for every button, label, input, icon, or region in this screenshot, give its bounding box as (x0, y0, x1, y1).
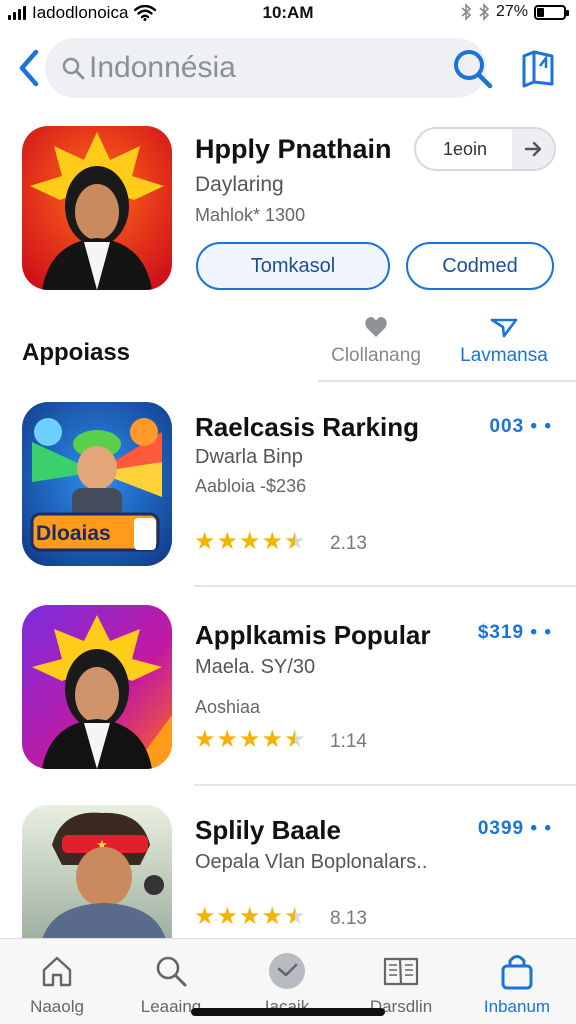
back-chevron-icon[interactable] (14, 46, 44, 90)
app-meta: Aoshiaa (195, 697, 261, 717)
app-icon[interactable]: ★ (22, 805, 172, 940)
home-indicator (191, 1008, 385, 1016)
home-icon (42, 956, 72, 987)
tab-search[interactable]: Leaaing (116, 949, 226, 1017)
featured-app-subtitle: Daylaring (195, 173, 284, 196)
star-icon: ★ (284, 528, 306, 555)
rating-value: 2.13 (330, 533, 367, 554)
tab-label: Naaolg (30, 997, 84, 1016)
star-icon: ★ (261, 726, 284, 753)
featured-app-title[interactable]: Hpply Pnathain (195, 134, 392, 165)
app-price[interactable]: $319 • • (478, 622, 552, 644)
star-icon: ★ (284, 726, 306, 753)
heart-icon (365, 317, 387, 337)
rating-value: 8.13 (330, 908, 367, 929)
star-icon: ★ (194, 726, 216, 753)
map-book-icon[interactable] (518, 48, 558, 88)
battery-icon (534, 4, 569, 20)
star-rating: ★ ★ ★ ★ ★ (194, 728, 306, 752)
star-rating: ★ ★ ★ ★ ★ (194, 530, 306, 554)
app-icon-badge-text: Dloaias (36, 522, 111, 545)
bag-icon (501, 955, 533, 990)
featured-app-meta: Mahlok* 1300 (195, 205, 306, 225)
app-subtitle: Oepala Vlan Boplonalars.. (195, 851, 428, 873)
section-divider (318, 380, 576, 382)
battery-level (537, 7, 545, 17)
star-icon: ★ (194, 903, 216, 930)
app-icon[interactable] (22, 605, 172, 769)
row-divider (194, 784, 576, 786)
search-icon (156, 956, 187, 987)
book-icon (383, 957, 419, 986)
status-bar: Iadodlonoica 10:AM 27% (0, 0, 576, 28)
segment-favorites-label: Clollanang (331, 345, 421, 366)
app-icon[interactable]: Dloaias (22, 402, 172, 566)
star-icon: ★ (216, 528, 239, 555)
search-header (0, 38, 576, 98)
bluetooth-icon (461, 3, 472, 21)
star-icon: ★ (261, 903, 284, 930)
search-input[interactable] (89, 48, 389, 88)
star-icon: ★ (284, 903, 306, 930)
battery-percent: 27% (495, 3, 528, 20)
tab-check[interactable]: Iacaik (232, 949, 342, 1017)
primary-outline-button[interactable]: Tomkasol (196, 242, 390, 290)
star-icon: ★ (216, 726, 239, 753)
app-title[interactable]: Raelcasis Rarking (195, 412, 419, 443)
status-right: 27% (460, 3, 569, 21)
segment-favorites[interactable]: Clollanang (326, 316, 426, 367)
rating-value: 1:14 (330, 731, 367, 752)
section-title: Appoiass (22, 339, 131, 366)
app-title[interactable]: Applkamis Popular (195, 620, 431, 651)
star-icon: ★ (194, 528, 216, 555)
send-arrow-icon (490, 318, 518, 338)
app-title[interactable]: Splily Baale (195, 815, 341, 846)
arrow-right-icon (512, 129, 554, 169)
check-circle-icon (269, 953, 305, 989)
star-rating: ★ ★ ★ ★ ★ (194, 905, 306, 929)
app-price[interactable]: 0399 • • (478, 818, 552, 840)
tab-bag[interactable]: Inbanum (462, 949, 572, 1017)
search-icon[interactable] (450, 46, 494, 90)
segment-filter[interactable]: Lavmansa (452, 316, 556, 367)
app-subtitle: Maela. SY/30 (195, 656, 316, 678)
star-icon: ★ (216, 903, 239, 930)
row-divider (194, 585, 576, 587)
search-icon (62, 57, 85, 80)
app-subtitle: Dwarla Binp (195, 446, 303, 468)
star-icon: ★ (239, 528, 261, 555)
tab-library[interactable]: Darsdlin (346, 949, 456, 1017)
search-bar[interactable] (45, 38, 487, 98)
segment-filter-label: Lavmansa (460, 345, 548, 366)
star-icon: ★ (261, 528, 284, 555)
app-price[interactable]: 003 • • (489, 416, 552, 438)
bluetooth-icon (479, 3, 490, 21)
get-pill-button[interactable]: 1eoin (414, 127, 556, 171)
star-icon: ★ (239, 903, 261, 930)
tab-label: Inbanum (483, 997, 551, 1016)
star-icon: ★ (239, 726, 261, 753)
get-pill-label: 1eoin (442, 139, 488, 159)
app-meta: Aabloia -$236 (195, 476, 307, 496)
featured-app-icon[interactable] (22, 126, 172, 290)
secondary-outline-button[interactable]: Codmed (406, 242, 554, 290)
tab-home[interactable]: Naaolg (2, 949, 112, 1017)
